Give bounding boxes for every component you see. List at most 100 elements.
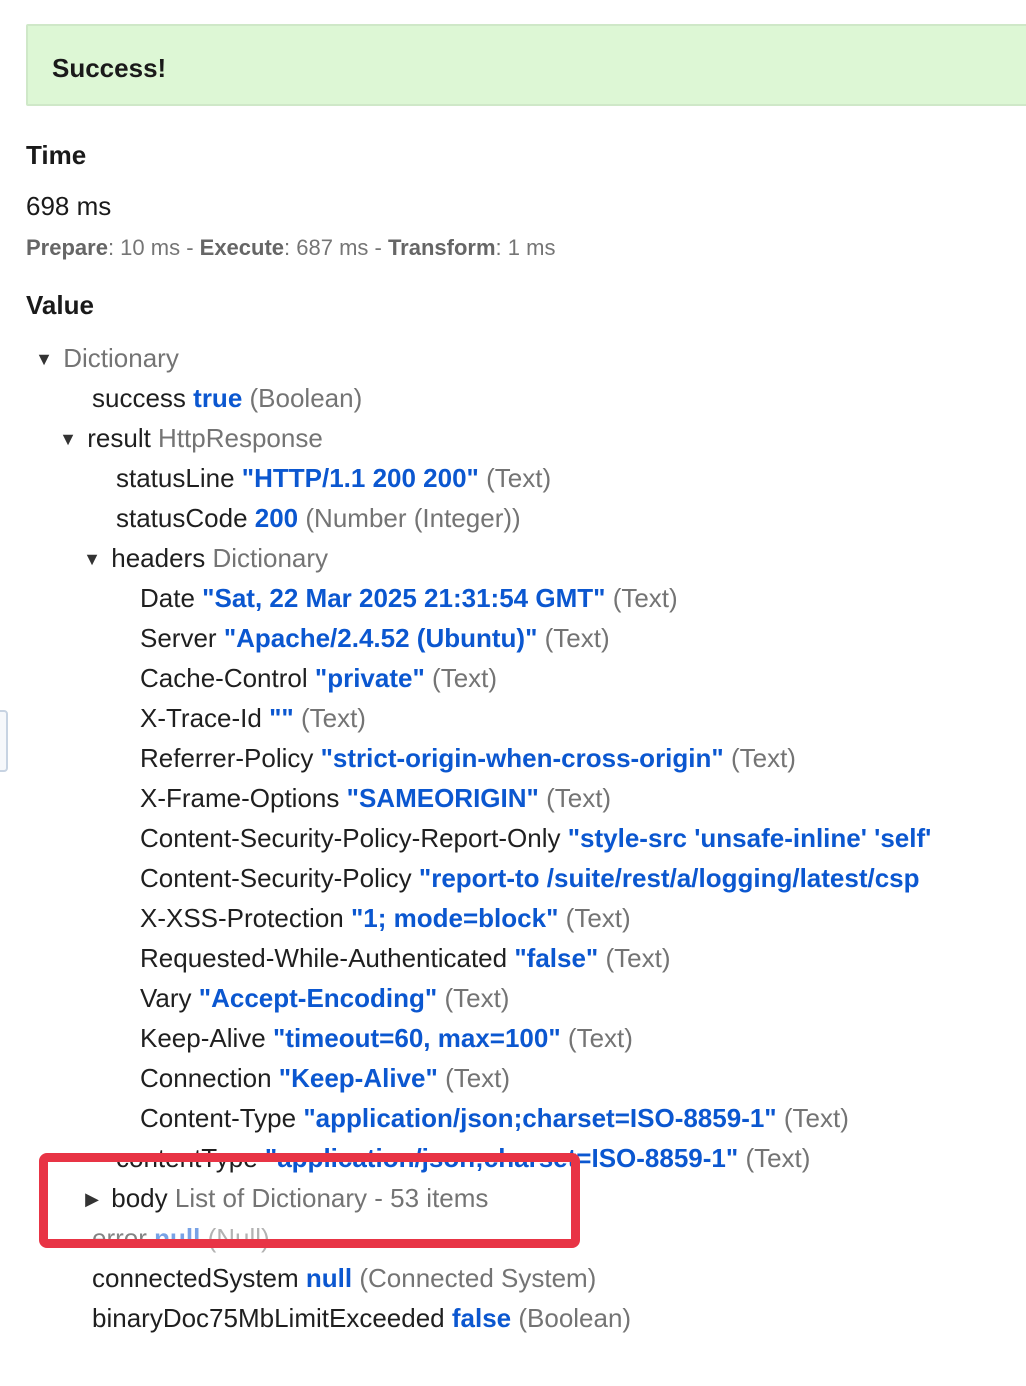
collapse-triangle-icon[interactable]: ▼ — [32, 339, 56, 379]
tree-type: (Text) — [730, 743, 796, 773]
collapsed-panel-tab[interactable] — [0, 710, 8, 772]
tree-type: (Text) — [445, 1063, 511, 1093]
header-row: Vary "Accept-Encoding" (Text) — [140, 978, 509, 1018]
tree-value: "application/json;charset=ISO-8859-1" — [264, 1143, 739, 1173]
tree-key: body — [111, 1183, 168, 1213]
tree-key: Requested-While-Authenticated — [140, 943, 508, 973]
tree-value: "style-src 'unsafe-inline' 'self' — [567, 823, 932, 853]
tree-type: (Boolean) — [518, 1303, 632, 1333]
tree-value: "private" — [314, 663, 425, 693]
tree-value: "1; mode=block" — [350, 903, 559, 933]
tree-value: "Keep-Alive" — [278, 1063, 438, 1093]
tree-key: result — [87, 423, 151, 453]
execution-result-page: Success! Time 698 ms Prepare: 10 ms - Ex… — [0, 0, 1026, 1386]
status-line-row: statusLine "HTTP/1.1 200 200" (Text) — [116, 458, 551, 498]
collapse-triangle-icon[interactable]: ▼ — [80, 539, 104, 579]
header-row: X-Frame-Options "SAMEORIGIN" (Text) — [140, 778, 611, 818]
header-row: Keep-Alive "timeout=60, max=100" (Text) — [140, 1018, 633, 1058]
header-row: Requested-While-Authenticated "false" (T… — [140, 938, 671, 978]
tree-type: (Text) — [605, 943, 671, 973]
tree-type: Dictionary — [212, 543, 329, 573]
tree-root-row[interactable]: ▼ Dictionary — [32, 338, 179, 378]
tree-value: "strict-origin-when-cross-origin" — [320, 743, 724, 773]
timing-breakdown: Prepare: 10 ms - Execute: 687 ms - Trans… — [26, 235, 555, 261]
tree-key: headers — [111, 543, 206, 573]
body-row[interactable]: ▶ body List of Dictionary - 53 items — [80, 1178, 488, 1218]
tree-type: (Null) — [207, 1223, 270, 1253]
expand-triangle-icon[interactable]: ▶ — [80, 1179, 104, 1219]
tree-value: "false" — [514, 943, 599, 973]
tree-type: (Text) — [565, 903, 631, 933]
collapse-triangle-icon[interactable]: ▼ — [56, 419, 80, 459]
tree-key: X-Frame-Options — [140, 783, 340, 813]
header-row: Server "Apache/2.4.52 (Ubuntu)" (Text) — [140, 618, 610, 658]
tree-type: (Text) — [432, 663, 498, 693]
tree-value: "SAMEORIGIN" — [346, 783, 539, 813]
success-banner: Success! — [26, 24, 1026, 106]
result-row[interactable]: ▼ result HttpResponse — [56, 418, 323, 458]
tree-value: "" — [269, 703, 294, 733]
status-code-row: statusCode 200 (Number (Integer)) — [116, 498, 521, 538]
tree-value: "application/json;charset=ISO-8859-1" — [303, 1103, 777, 1133]
execute-value: : 687 ms - — [284, 235, 388, 260]
tree-key: Vary — [140, 983, 192, 1013]
tree-type: (Text) — [745, 1143, 811, 1173]
tree-type: (Text) — [783, 1103, 849, 1133]
prepare-value: : 10 ms - — [107, 235, 200, 260]
tree-key: Content-Security-Policy — [140, 863, 412, 893]
tree-value: "Accept-Encoding" — [198, 983, 438, 1013]
tree-value: false — [451, 1303, 512, 1333]
tree-type: (Text) — [486, 463, 552, 493]
tree-type: HttpResponse — [158, 423, 323, 453]
content-type-row: contentType "application/json;charset=IS… — [116, 1138, 810, 1178]
tree-key: error — [92, 1223, 147, 1253]
tree-key: connectedSystem — [92, 1263, 299, 1293]
tree-key: Server — [140, 623, 217, 653]
header-row: Referrer-Policy "strict-origin-when-cros… — [140, 738, 796, 778]
header-row: Content-Security-Policy-Report-Only "sty… — [140, 818, 931, 858]
time-heading: Time — [26, 140, 87, 170]
tree-value: "HTTP/1.1 200 200" — [241, 463, 479, 493]
tree-value: null — [154, 1223, 201, 1253]
tree-key: X-XSS-Protection — [140, 903, 344, 933]
tree-key: statusLine — [116, 463, 235, 493]
tree-type: (Text) — [544, 623, 610, 653]
tree-value: "Sat, 22 Mar 2025 21:31:54 GMT" — [202, 583, 606, 613]
tree-key: contentType — [116, 1143, 258, 1173]
header-row: X-XSS-Protection "1; mode=block" (Text) — [140, 898, 631, 938]
execute-label: Execute — [199, 235, 285, 260]
headers-row[interactable]: ▼ headers Dictionary — [80, 538, 328, 578]
binary-doc-limit-row: binaryDoc75MbLimitExceeded false (Boolea… — [92, 1298, 631, 1338]
tree-key: Keep-Alive — [140, 1023, 266, 1053]
header-row: Content-Type "application/json;charset=I… — [140, 1098, 849, 1138]
error-row: error null (Null) — [92, 1218, 270, 1258]
header-row: Date "Sat, 22 Mar 2025 21:31:54 GMT" (Te… — [140, 578, 678, 618]
header-row: Content-Security-Policy "report-to /suit… — [140, 858, 920, 898]
tree-value: true — [193, 383, 243, 413]
tree-value: "Apache/2.4.52 (Ubuntu)" — [223, 623, 538, 653]
tree-key: Content-Type — [140, 1103, 297, 1133]
tree-value: "report-to /suite/rest/a/logging/latest/… — [418, 863, 920, 893]
connected-system-row: connectedSystem null (Connected System) — [92, 1258, 596, 1298]
tree-type: List of Dictionary - 53 items — [174, 1183, 489, 1213]
tree-type: (Connected System) — [359, 1263, 597, 1293]
tree-key: X-Trace-Id — [140, 703, 262, 733]
header-row: Cache-Control "private" (Text) — [140, 658, 497, 698]
success-row: success true (Boolean) — [92, 378, 362, 418]
tree-type: (Text) — [546, 783, 612, 813]
tree-value: "timeout=60, max=100" — [272, 1023, 561, 1053]
prepare-label: Prepare — [26, 235, 108, 260]
tree-key: binaryDoc75MbLimitExceeded — [92, 1303, 445, 1333]
tree-key: Cache-Control — [140, 663, 308, 693]
value-heading: Value — [26, 290, 94, 320]
tree-type: (Text) — [612, 583, 678, 613]
tree-type: (Text) — [444, 983, 510, 1013]
header-row: Connection "Keep-Alive" (Text) — [140, 1058, 510, 1098]
tree-value: null — [305, 1263, 353, 1293]
transform-label: Transform — [387, 235, 496, 260]
header-row: X-Trace-Id "" (Text) — [140, 698, 366, 738]
tree-key: statusCode — [116, 503, 248, 533]
tree-type: (Boolean) — [249, 383, 363, 413]
tree-value: 200 — [254, 503, 299, 533]
success-message: Success! — [52, 53, 167, 83]
